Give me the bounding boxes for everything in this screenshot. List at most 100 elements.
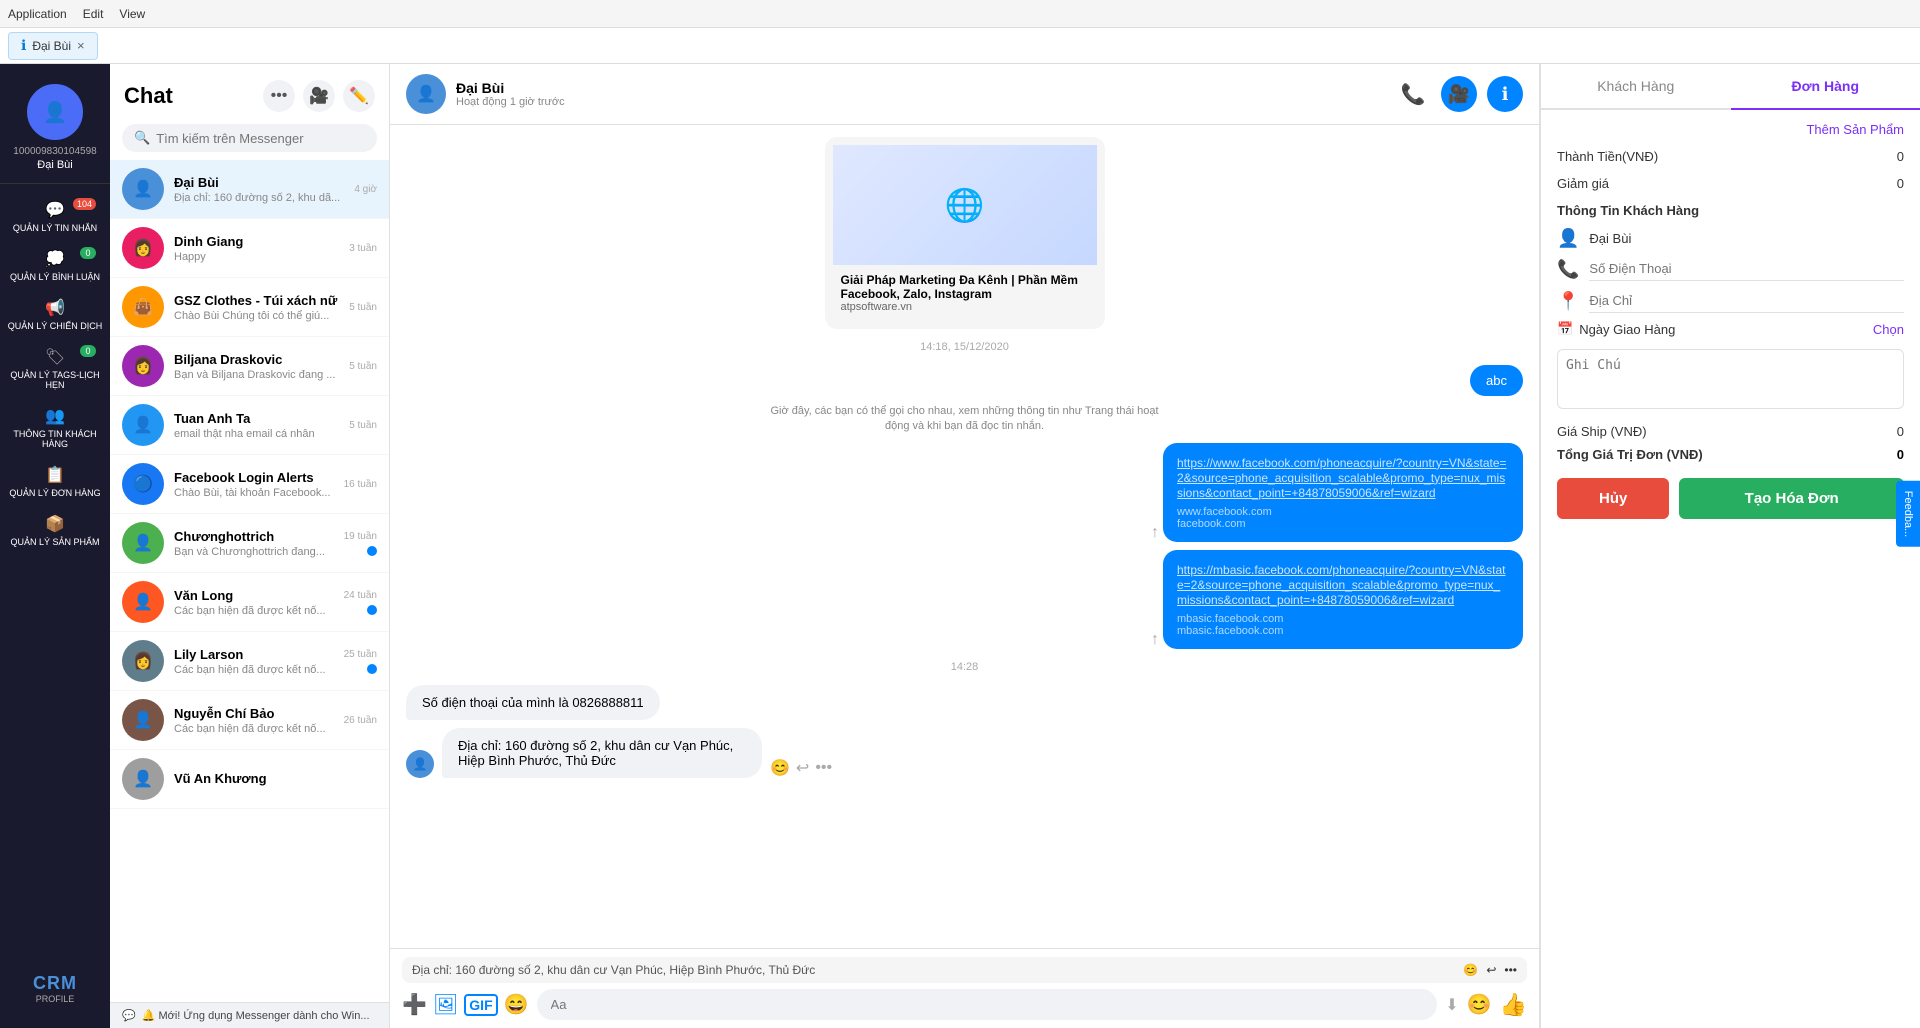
left-sidebar: 👤 100009830104598 Đại Bùi 💬 QUẢN LÝ TIN … bbox=[0, 64, 110, 1028]
customer-name-row: 👤 Đại Bùi bbox=[1557, 228, 1904, 249]
share-icon-2[interactable]: ↑ bbox=[1151, 631, 1159, 649]
tin-nhan-badge: 104 bbox=[73, 198, 96, 210]
chat-list-item[interactable]: 👩 Dinh Giang Happy 3 tuần bbox=[110, 219, 389, 278]
search-input[interactable] bbox=[156, 131, 365, 146]
chat-item-preview: Địa chỉ: 160 đường số 2, khu dã... bbox=[174, 192, 344, 204]
chat-item-meta: 3 tuần bbox=[349, 243, 377, 254]
sidebar-item-khach-hang[interactable]: 👥 THÔNG TIN KHÁCH HÀNG bbox=[0, 398, 110, 457]
chat-list-panel: Chat ••• 🎥 ✏️ 🔍 👤 Đại Bùi Địa chỉ: 160 đ… bbox=[110, 64, 390, 1028]
chat-item-time: 24 tuần bbox=[344, 590, 377, 601]
nav-label-binh-luan: QUẢN LÝ BÌNH LUẬN bbox=[10, 272, 100, 282]
chat-item-name: Dinh Giang bbox=[174, 234, 339, 249]
video-call-button[interactable]: 🎥 bbox=[1441, 76, 1477, 112]
reply-more-icon[interactable]: ••• bbox=[1504, 963, 1517, 977]
user-name: Đại Bùi bbox=[37, 159, 72, 171]
chat-list-item[interactable]: 👤 Văn Long Các bạn hiện đã được kết nố..… bbox=[110, 573, 389, 632]
info-button[interactable]: ℹ bbox=[1487, 76, 1523, 112]
chat-item-preview: Happy bbox=[174, 251, 339, 263]
address-field[interactable] bbox=[1589, 289, 1904, 313]
link-url-2[interactable]: https://mbasic.facebook.com/phoneacquire… bbox=[1177, 563, 1506, 607]
chat-item-avatar: 👜 bbox=[122, 286, 164, 328]
sidebar-item-don-hang[interactable]: 📋 QUẢN LÝ ĐƠN HÀNG bbox=[0, 457, 110, 506]
chat-list-item[interactable]: 👤 Đại Bùi Địa chỉ: 160 đường số 2, khu d… bbox=[110, 160, 389, 219]
emoji-button[interactable]: 😊 bbox=[1467, 992, 1492, 1017]
sidebar-item-chien-dich[interactable]: 📢 QUẢN LÝ CHIẾN DỊCH bbox=[0, 290, 110, 339]
add-product-link[interactable]: Thêm Sản Phẩm bbox=[1557, 122, 1904, 137]
menu-application[interactable]: Application bbox=[8, 7, 67, 21]
thong-tin-section: Thông Tin Khách Hàng bbox=[1557, 203, 1904, 218]
giam-gia-row: Giảm giá 0 bbox=[1557, 176, 1904, 191]
chat-item-info: GSZ Clothes - Túi xách nữ Chào Bùi Chúng… bbox=[174, 293, 339, 322]
tab-don-hang[interactable]: Đơn Hàng bbox=[1731, 64, 1920, 110]
link-url-1[interactable]: https://www.facebook.com/phoneacquire/?c… bbox=[1177, 456, 1507, 500]
plus-icon[interactable]: ➕ bbox=[402, 992, 427, 1017]
phone-call-button[interactable]: 📞 bbox=[1395, 76, 1431, 112]
chat-item-name: Đại Bùi bbox=[174, 175, 344, 190]
share-icon-1[interactable]: ↑ bbox=[1151, 524, 1159, 542]
chat-list-item[interactable]: 👤 Chươnghottrich Bạn và Chươnghottrich đ… bbox=[110, 514, 389, 573]
note-textarea[interactable] bbox=[1557, 349, 1904, 409]
sidebar-item-tags-lich[interactable]: 🏷 QUẢN LÝ TAGS-LỊCH HẸN 0 bbox=[0, 339, 110, 398]
giam-gia-value: 0 bbox=[1685, 176, 1904, 191]
compose-button[interactable]: ✏️ bbox=[343, 80, 375, 112]
chat-list-item[interactable]: 👤 Nguyễn Chí Bảo Các bạn hiện đã được kế… bbox=[110, 691, 389, 750]
main-layout: 👤 100009830104598 Đại Bùi 💬 QUẢN LÝ TIN … bbox=[0, 64, 1920, 1028]
chat-item-avatar: 👩 bbox=[122, 227, 164, 269]
chat-item-avatar: 👤 bbox=[122, 581, 164, 623]
chat-item-time: 5 tuần bbox=[349, 302, 377, 313]
chat-item-avatar: 👤 bbox=[122, 168, 164, 210]
thanh-tien-value: 0 bbox=[1685, 149, 1904, 164]
reply-emoji-icon[interactable]: 😊 bbox=[1463, 963, 1478, 977]
tab-bar: ℹ Đại Bùi × bbox=[0, 28, 1920, 64]
msg-row-link1: ↑ https://www.facebook.com/phoneacquire/… bbox=[406, 443, 1523, 542]
reply-icon[interactable]: ↩ bbox=[796, 758, 809, 778]
sidebar-item-tin-nhan[interactable]: 💬 QUẢN LÝ TIN NHẮN 104 bbox=[0, 192, 110, 241]
scroll-down-icon[interactable]: ⬇ bbox=[1445, 995, 1458, 1015]
chat-list-item[interactable]: 👤 Tuan Anh Ta email thật nha email cá nh… bbox=[110, 396, 389, 455]
tab-khach-hang[interactable]: Khách Hàng bbox=[1541, 64, 1731, 108]
more-options-button[interactable]: ••• bbox=[263, 80, 295, 112]
sidebar-item-san-pham[interactable]: 📦 QUẢN LÝ SẢN PHẨM bbox=[0, 506, 110, 555]
phone-field[interactable] bbox=[1589, 257, 1904, 281]
chat-list-header: Chat ••• 🎥 ✏️ bbox=[110, 64, 389, 120]
emoji-react-icon[interactable]: 😊 bbox=[770, 758, 790, 778]
sticker-icon[interactable]: 😄 bbox=[504, 992, 529, 1017]
like-button[interactable]: 👍 bbox=[1500, 992, 1527, 1018]
new-message-bar[interactable]: 💬 🔔 Mới! Ứng dụng Messenger dành cho Win… bbox=[110, 1002, 389, 1028]
right-panel-body: Thêm Sản Phẩm Thành Tiền(VNĐ) 0 Giảm giá… bbox=[1541, 110, 1920, 1028]
chat-list-item[interactable]: 🔵 Facebook Login Alerts Chào Bùi, tài kh… bbox=[110, 455, 389, 514]
calendar-icon: 📅 bbox=[1557, 321, 1573, 337]
chat-list-item[interactable]: 👤 Vũ An Khương bbox=[110, 750, 389, 809]
image-icon[interactable]: 🖼 bbox=[433, 992, 458, 1017]
menu-edit[interactable]: Edit bbox=[83, 7, 104, 21]
chat-item-preview: Các bạn hiện đã được kết nố... bbox=[174, 664, 334, 676]
video-call-button[interactable]: 🎥 bbox=[303, 80, 335, 112]
create-order-button[interactable]: Tạo Hóa Đơn bbox=[1679, 478, 1904, 519]
chon-date-button[interactable]: Chọn bbox=[1873, 322, 1904, 337]
chat-list-item[interactable]: 👩 Lily Larson Các bạn hiện đã được kết n… bbox=[110, 632, 389, 691]
chat-item-time: 3 tuần bbox=[349, 243, 377, 254]
chat-list-item[interactable]: 👩 Biljana Draskovic Bạn và Biljana Drask… bbox=[110, 337, 389, 396]
menu-view[interactable]: View bbox=[119, 7, 145, 21]
sidebar-item-binh-luan[interactable]: 💭 QUẢN LÝ BÌNH LUẬN 0 bbox=[0, 241, 110, 290]
phone-icon: 📞 bbox=[1557, 259, 1579, 280]
contact-avatar-small: 👤 bbox=[406, 750, 434, 778]
link-preview-image: 🌐 bbox=[833, 145, 1097, 265]
tab-info-icon: ℹ bbox=[21, 37, 26, 54]
chat-list-item[interactable]: 👜 GSZ Clothes - Túi xách nữ Chào Bùi Chú… bbox=[110, 278, 389, 337]
msg-bubble-abc: abc bbox=[1470, 365, 1523, 396]
tab-close-button[interactable]: × bbox=[77, 38, 85, 53]
tab-dai-bui[interactable]: ℹ Đại Bùi × bbox=[8, 32, 98, 60]
msg-bubble-address: Địa chỉ: 160 đường số 2, khu dân cư Vạn … bbox=[442, 728, 762, 778]
nav-label-tags-lich: QUẢN LÝ TAGS-LỊCH HẸN bbox=[4, 370, 106, 390]
reply-action-icon[interactable]: ↩ bbox=[1486, 963, 1496, 977]
msg-row-link2: ↑ https://mbasic.facebook.com/phoneacqui… bbox=[406, 550, 1523, 649]
message-input[interactable] bbox=[537, 989, 1438, 1020]
feedback-tab[interactable]: Feedba... bbox=[1896, 481, 1920, 547]
cancel-button[interactable]: Hủy bbox=[1557, 478, 1669, 519]
more-msg-icon[interactable]: ••• bbox=[815, 759, 832, 777]
chat-item-time: 4 giờ bbox=[354, 184, 377, 195]
link-domain-1: www.facebook.com bbox=[1177, 506, 1509, 518]
gif-icon[interactable]: GIF bbox=[464, 994, 497, 1016]
nav-label-don-hang: QUẢN LÝ ĐƠN HÀNG bbox=[9, 488, 100, 498]
